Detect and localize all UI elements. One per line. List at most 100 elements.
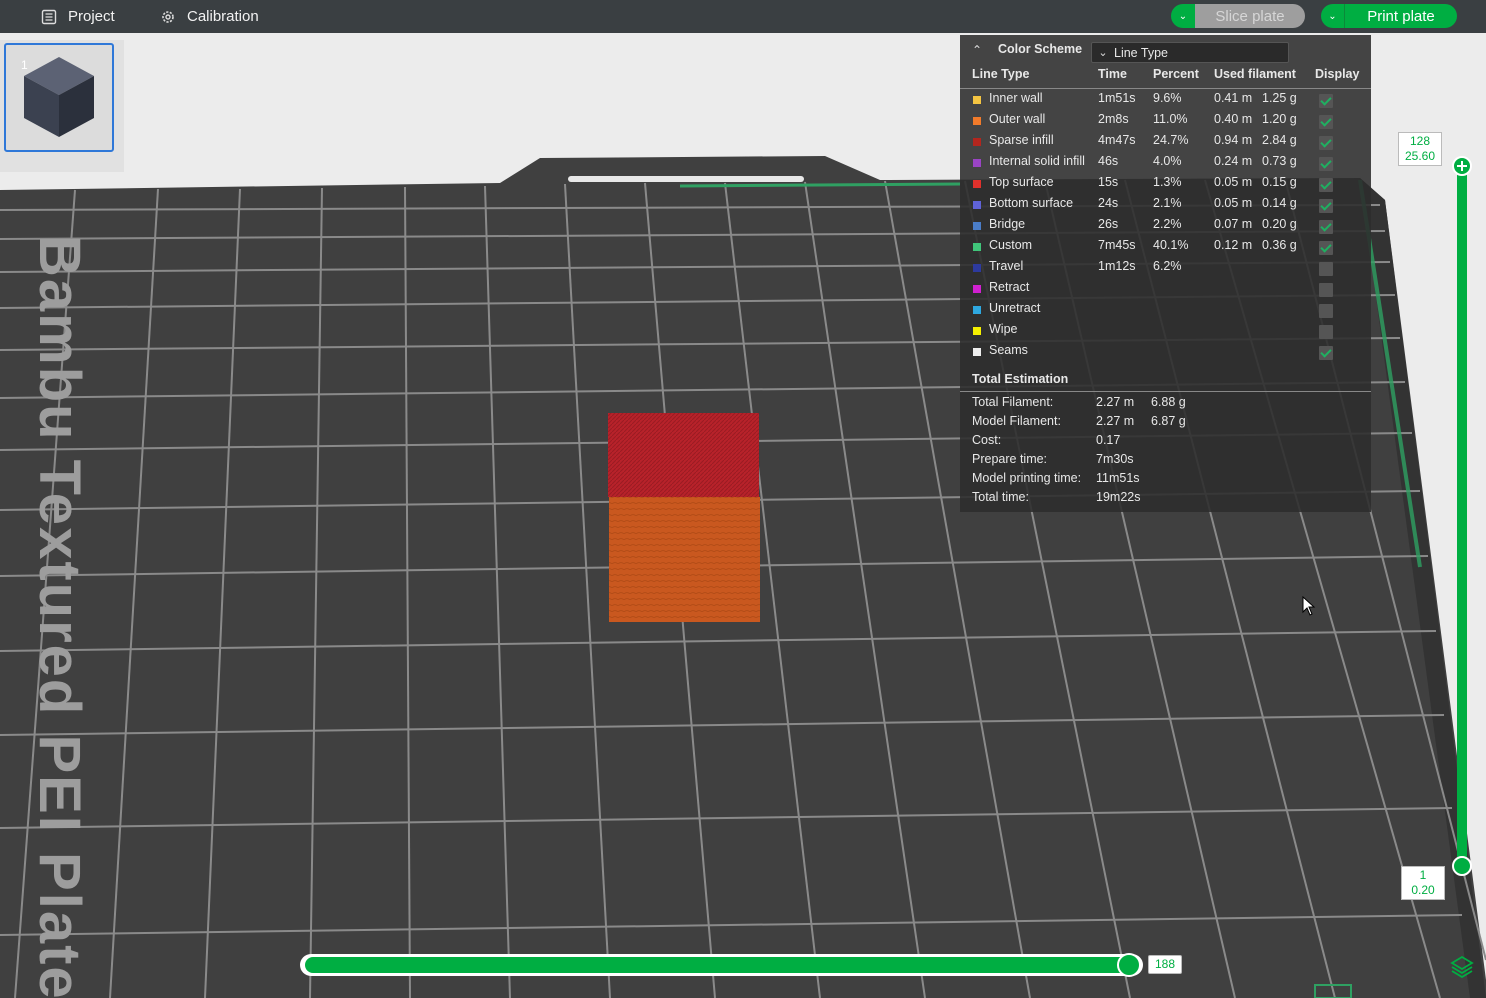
line-type-swatch xyxy=(973,348,981,356)
total-label: Cost: xyxy=(972,433,1002,447)
total-estimation-title: Total Estimation xyxy=(972,372,1069,386)
display-checkbox[interactable] xyxy=(1319,157,1333,171)
total-value-1: 2.27 m xyxy=(1096,395,1135,409)
display-checkbox[interactable] xyxy=(1319,178,1333,192)
top-layer-height: 25.60 xyxy=(1404,149,1436,163)
line-type-meters: 0.05 m xyxy=(1214,175,1253,189)
total-label: Prepare time: xyxy=(972,452,1048,466)
plate-thumbnail[interactable]: 1 xyxy=(4,43,114,152)
display-checkbox[interactable] xyxy=(1319,241,1333,255)
bed-label-text: Bambu Textured PEI Plate xyxy=(27,235,92,998)
bottom-layer-height: 0.20 xyxy=(1411,883,1435,897)
line-type-percent: 2.2% xyxy=(1153,217,1182,231)
line-type-swatch xyxy=(973,264,981,272)
line-type-name: Top surface xyxy=(989,175,1054,189)
layer-range-slider[interactable] xyxy=(1457,163,1467,867)
mouse-cursor-icon xyxy=(1302,596,1316,616)
layers-icon[interactable] xyxy=(1450,954,1474,978)
model-side-region xyxy=(609,497,760,622)
total-value-1: 7m30s xyxy=(1096,452,1134,466)
display-checkbox[interactable] xyxy=(1319,346,1333,360)
total-value-2: 6.88 g xyxy=(1151,395,1186,409)
line-type-name: Outer wall xyxy=(989,112,1046,126)
display-checkbox[interactable] xyxy=(1319,262,1333,276)
total-label: Model printing time: xyxy=(972,471,1082,485)
color-scheme-value: Line Type xyxy=(1114,45,1168,60)
sliced-model-cube xyxy=(608,413,760,622)
print-plate-button[interactable]: Print plate xyxy=(1345,4,1457,28)
total-value-1: 0.17 xyxy=(1096,433,1121,447)
line-type-grams: 0.73 g xyxy=(1262,154,1297,168)
legend-row: Travel 1m12s 6.2% xyxy=(960,259,1371,280)
display-checkbox[interactable] xyxy=(1319,325,1333,339)
line-type-time: 2m8s xyxy=(1098,112,1129,126)
line-type-percent: 24.7% xyxy=(1153,133,1189,147)
bottom-layer-label: 1 0.20 xyxy=(1401,866,1445,900)
line-type-time: 46s xyxy=(1098,154,1119,168)
line-type-swatch xyxy=(973,96,981,104)
legend-row: Bottom surface 24s 2.1% 0.05 m 0.14 g xyxy=(960,196,1371,217)
total-value-2: 6.87 g xyxy=(1151,414,1186,428)
display-checkbox[interactable] xyxy=(1319,304,1333,318)
tab-project-label: Project xyxy=(68,8,115,25)
line-type-swatch xyxy=(973,285,981,293)
slice-dropdown-button[interactable]: ⌄ xyxy=(1171,4,1195,28)
collapse-icon[interactable]: ⌃ xyxy=(972,43,986,57)
line-type-name: Sparse infill xyxy=(989,133,1054,147)
line-type-swatch xyxy=(973,159,981,167)
print-plate-group: ⌄ Print plate xyxy=(1321,4,1457,28)
display-checkbox[interactable] xyxy=(1319,94,1333,108)
legend-header: ⌃ Color Scheme ⌄ Line Type xyxy=(960,35,1371,65)
line-type-time: 26s xyxy=(1098,217,1119,231)
move-slider-fill xyxy=(305,957,1131,973)
line-type-name: Unretract xyxy=(989,301,1041,315)
line-type-grams: 1.20 g xyxy=(1262,112,1297,126)
legend-row: Inner wall 1m51s 9.6% 0.41 m 1.25 g xyxy=(960,91,1371,112)
plate-number: 1 xyxy=(21,58,28,72)
total-row: Total time: 19m22s xyxy=(960,490,1371,509)
slice-plate-button[interactable]: Slice plate xyxy=(1195,4,1305,28)
tab-project[interactable]: Project xyxy=(40,0,115,33)
total-label: Total time: xyxy=(972,490,1029,504)
display-checkbox[interactable] xyxy=(1319,136,1333,150)
move-slider-handle[interactable] xyxy=(1117,953,1141,977)
line-type-name: Wipe xyxy=(989,322,1018,336)
legend-row: Sparse infill 4m47s 24.7% 0.94 m 2.84 g xyxy=(960,133,1371,154)
layer-slider-top-handle[interactable] xyxy=(1452,156,1472,176)
line-type-swatch xyxy=(973,222,981,230)
col-line-type: Line Type xyxy=(972,67,1030,81)
line-type-name: Custom xyxy=(989,238,1033,252)
total-value-1: 11m51s xyxy=(1096,471,1140,485)
color-scheme-label: Color Scheme xyxy=(998,42,1083,56)
line-type-percent: 1.3% xyxy=(1153,175,1182,189)
total-row: Prepare time: 7m30s xyxy=(960,452,1371,471)
total-row: Model Filament: 2.27 m 6.87 g xyxy=(960,414,1371,433)
display-checkbox[interactable] xyxy=(1319,115,1333,129)
display-checkbox[interactable] xyxy=(1319,283,1333,297)
line-type-meters: 0.12 m xyxy=(1214,238,1253,252)
line-type-percent: 2.1% xyxy=(1153,196,1182,210)
display-checkbox[interactable] xyxy=(1319,199,1333,213)
total-value-1: 2.27 m xyxy=(1096,414,1135,428)
display-checkbox[interactable] xyxy=(1319,220,1333,234)
line-type-time: 7m45s xyxy=(1098,238,1136,252)
line-type-name: Retract xyxy=(989,280,1030,294)
line-type-name: Seams xyxy=(989,343,1028,357)
legend-row: Bridge 26s 2.2% 0.07 m 0.20 g xyxy=(960,217,1371,238)
line-type-grams: 1.25 g xyxy=(1262,91,1297,105)
print-dropdown-button[interactable]: ⌄ xyxy=(1321,4,1345,28)
line-type-swatch xyxy=(973,306,981,314)
color-scheme-select[interactable]: ⌄ Line Type xyxy=(1091,42,1289,63)
line-type-swatch xyxy=(973,138,981,146)
line-type-swatch xyxy=(973,117,981,125)
line-type-meters: 0.24 m xyxy=(1214,154,1253,168)
layer-slider-bottom-handle[interactable] xyxy=(1452,856,1472,876)
tab-calibration[interactable]: Calibration xyxy=(159,0,259,33)
gear-icon xyxy=(159,8,177,26)
line-type-percent: 9.6% xyxy=(1153,91,1182,105)
total-label: Total Filament: xyxy=(972,395,1054,409)
line-type-meters: 0.94 m xyxy=(1214,133,1253,147)
legend-row: Retract xyxy=(960,280,1371,301)
col-used-filament: Used filament xyxy=(1214,67,1296,81)
line-type-meters: 0.05 m xyxy=(1214,196,1253,210)
